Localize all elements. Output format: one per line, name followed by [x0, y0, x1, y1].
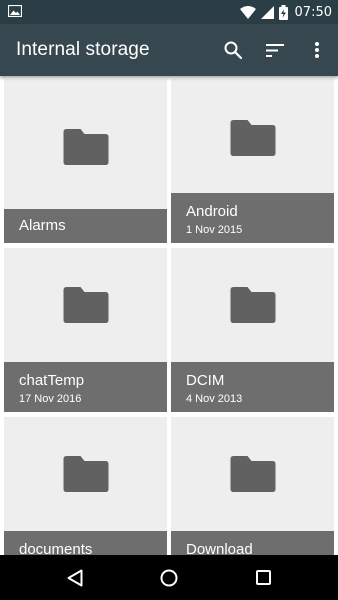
folder-tile-alarms[interactable]: Alarms: [4, 79, 167, 243]
folder-caption: documents: [4, 531, 167, 555]
status-time: 07:50: [294, 4, 332, 20]
folder-name: chatTemp: [19, 372, 85, 389]
navigation-bar: [0, 555, 338, 600]
folder-date: 4 Nov 2013: [186, 393, 243, 405]
folder-name: documents: [19, 541, 93, 555]
status-icons: 07:50: [239, 4, 332, 20]
folder-name: Alarms: [19, 217, 66, 234]
folder-name: DCIM: [186, 372, 225, 389]
folder-tile-dcim[interactable]: DCIM 4 Nov 2013: [171, 248, 334, 412]
folder-tile-documents[interactable]: documents: [4, 417, 167, 555]
home-icon: [160, 569, 178, 587]
recents-icon: [255, 570, 271, 585]
status-bar: 07:50: [0, 0, 338, 24]
folder-caption: Download: [171, 531, 334, 555]
folder-name: Download: [186, 541, 253, 555]
folder-icon: [63, 287, 108, 323]
folder-caption: Android 1 Nov 2015: [171, 193, 334, 243]
folder-caption: chatTemp 17 Nov 2016: [4, 362, 167, 412]
folder-caption: Alarms: [4, 209, 167, 243]
wifi-icon: [239, 5, 256, 19]
more-options-button[interactable]: [296, 24, 338, 76]
signal-icon: [260, 5, 274, 19]
battery-charging-icon: [278, 4, 288, 20]
page-title: Internal storage: [16, 39, 150, 60]
folder-caption: DCIM 4 Nov 2013: [171, 362, 334, 412]
folder-grid: Alarms Android 1 Nov 2015 chatTemp 17 No…: [0, 76, 338, 555]
sort-button[interactable]: [254, 24, 296, 76]
back-button[interactable]: [51, 555, 99, 600]
app-bar-actions: [212, 24, 338, 76]
folder-icon: [230, 456, 275, 492]
folder-date: 1 Nov 2015: [186, 224, 243, 236]
back-icon: [67, 569, 83, 587]
folder-name: Android: [186, 203, 238, 220]
more-vert-icon: [315, 42, 319, 58]
folder-icon: [63, 456, 108, 492]
search-icon: [224, 41, 242, 59]
folder-icon: [63, 129, 108, 165]
folder-tile-chattemp[interactable]: chatTemp 17 Nov 2016: [4, 248, 167, 412]
folder-date: 17 Nov 2016: [19, 393, 82, 405]
folder-icon: [230, 287, 275, 323]
search-button[interactable]: [212, 24, 254, 76]
recents-button[interactable]: [239, 555, 287, 600]
folder-tile-android[interactable]: Android 1 Nov 2015: [171, 79, 334, 243]
folder-tile-download[interactable]: Download: [171, 417, 334, 555]
home-button[interactable]: [145, 555, 193, 600]
app-bar: Internal storage: [0, 24, 338, 76]
image-notification-icon: [7, 4, 23, 20]
folder-icon: [230, 120, 275, 156]
sort-icon: [266, 43, 284, 57]
